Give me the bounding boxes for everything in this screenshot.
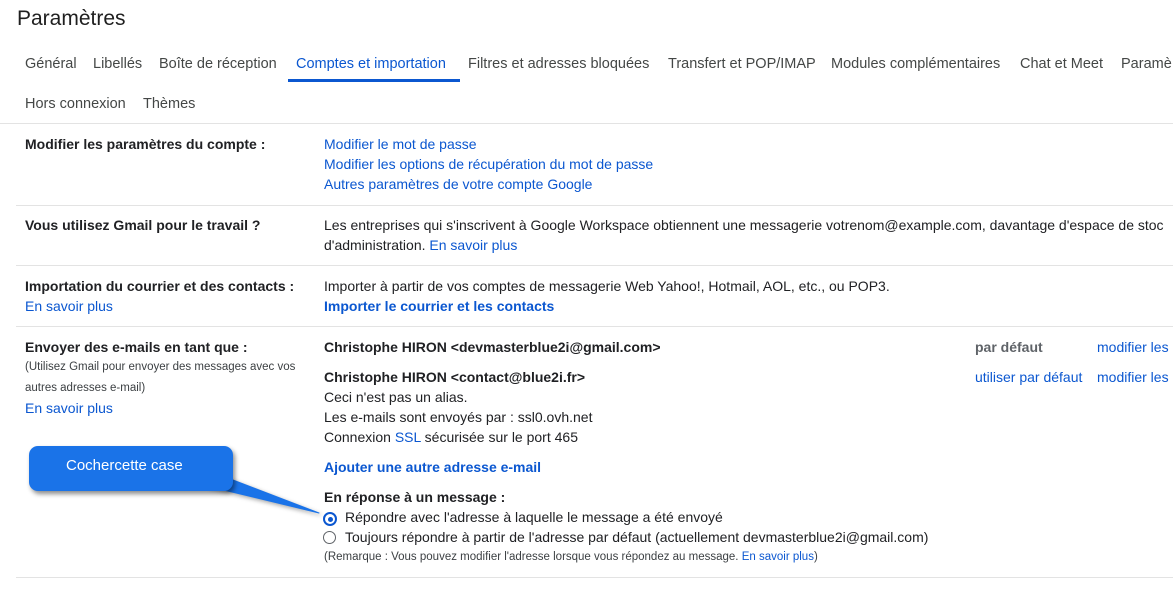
annotation-text: Cochercette case bbox=[66, 457, 183, 474]
annotation-arrow-icon bbox=[206, 471, 320, 514]
annotation-callout: Cochercette case bbox=[29, 446, 233, 491]
